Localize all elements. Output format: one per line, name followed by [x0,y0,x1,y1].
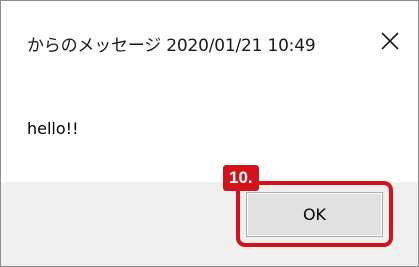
dialog-title: からのメッセージ 2020/01/21 10:49 [27,36,316,56]
step-number-badge: 10. [223,165,259,191]
ok-button-label: OK [302,205,327,224]
ok-button[interactable]: OK [246,192,383,237]
close-icon [381,32,399,50]
dialog-title-bar: からのメッセージ 2020/01/21 10:49 [1,1,418,83]
close-button[interactable] [372,23,408,59]
dialog-message: hello!! [27,119,79,138]
